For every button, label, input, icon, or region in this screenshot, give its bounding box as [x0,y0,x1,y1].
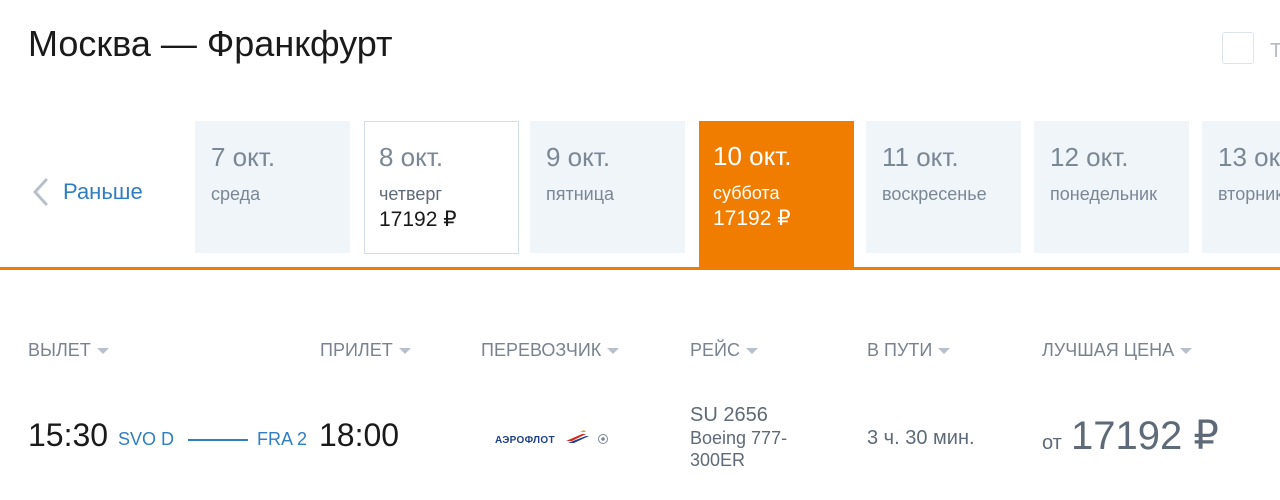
sort-arrival[interactable]: ПРИЛЕТ [320,338,411,362]
sort-caret-icon [1180,348,1193,354]
date-card-date: 10 окт. [713,141,792,171]
date-card-9-oct[interactable]: 9 окт. пятница [530,121,685,253]
date-card-date: 13 окт. [1218,142,1280,172]
date-card-date: 8 окт. [379,142,444,172]
sort-caret-icon [398,348,411,354]
date-card-weekday: среда [211,184,261,204]
date-card-13-oct[interactable]: 13 окт. вторник [1202,121,1280,253]
date-card-10-oct-selected[interactable]: 10 окт. суббота 17192 ₽ [699,121,854,268]
date-card-date: 12 окт. [1050,142,1129,172]
sort-best-price-label: ЛУЧШАЯ ЦЕНА [1042,340,1175,360]
sort-arrival-label: ПРИЛЕТ [320,340,393,360]
date-card-8-oct[interactable]: 8 окт. четверг 17192 ₽ [364,121,519,254]
sort-best-price[interactable]: ЛУЧШАЯ ЦЕНА [1042,338,1193,362]
date-card-7-oct[interactable]: 7 окт. среда [195,121,350,253]
sort-flight[interactable]: РЕЙС [690,338,758,362]
aeroflot-logo-text: АЭРОФЛОТ [495,435,555,446]
date-card-price: 17192 ₽ [379,208,457,231]
flight-duration: 3 ч. 30 мин. [867,427,975,449]
aeroflot-logo: АЭРОФЛОТ [495,430,608,446]
date-card-weekday: воскресенье [882,184,987,204]
sort-departure-label: ВЫЛЕТ [28,340,91,360]
date-card-weekday: пятница [546,184,615,204]
date-card-weekday: суббота [713,183,780,203]
flight-number: SU 2656 [690,404,768,426]
date-card-date: 9 окт. [546,142,611,172]
sort-duration[interactable]: В ПУТИ [867,338,951,362]
sort-flight-label: РЕЙС [690,340,740,360]
date-card-price: 17192 ₽ [713,207,791,230]
selected-date-underline [0,267,1280,270]
sort-departure[interactable]: ВЫЛЕТ [28,338,109,362]
best-price[interactable]: 17192 ₽ [1071,412,1219,460]
date-card-weekday: вторник [1218,184,1280,204]
sort-caret-icon [96,348,109,354]
departure-airport: SVO D [118,429,175,449]
departure-time: 15:30 [28,417,109,453]
sort-duration-label: В ПУТИ [867,340,933,360]
aircraft-type: Boeing 777-300ER [690,428,788,470]
date-card-weekday: четверг [379,184,442,204]
flight-row[interactable]: 15:30 SVO D FRA 2 18:00 АЭРОФЛОТ SU 2656… [0,395,1280,485]
flight-info: SU 2656 Boeing 777-300ER [690,403,840,471]
sort-caret-icon [938,348,951,354]
date-card-12-oct[interactable]: 12 окт. понедельник [1034,121,1189,253]
date-card-date: 11 окт. [882,142,959,172]
arrival-airport: FRA 2 [257,429,308,449]
route-line [188,439,248,441]
date-card-11-oct[interactable]: 11 окт. воскресенье [866,121,1021,253]
date-card-date: 7 окт. [211,142,276,172]
price-prefix: от [1042,432,1062,454]
sort-caret-icon [745,348,758,354]
arrival-time: 18:00 [319,417,400,453]
sort-carrier-label: ПЕРЕВОЗЧИК [481,340,602,360]
date-card-weekday: понедельник [1050,184,1157,204]
date-selector: 7 окт. среда 8 окт. четверг 17192 ₽ 9 ок… [0,0,1280,270]
sort-caret-icon [607,348,620,354]
sort-carrier[interactable]: ПЕРЕВОЗЧИК [481,338,620,362]
